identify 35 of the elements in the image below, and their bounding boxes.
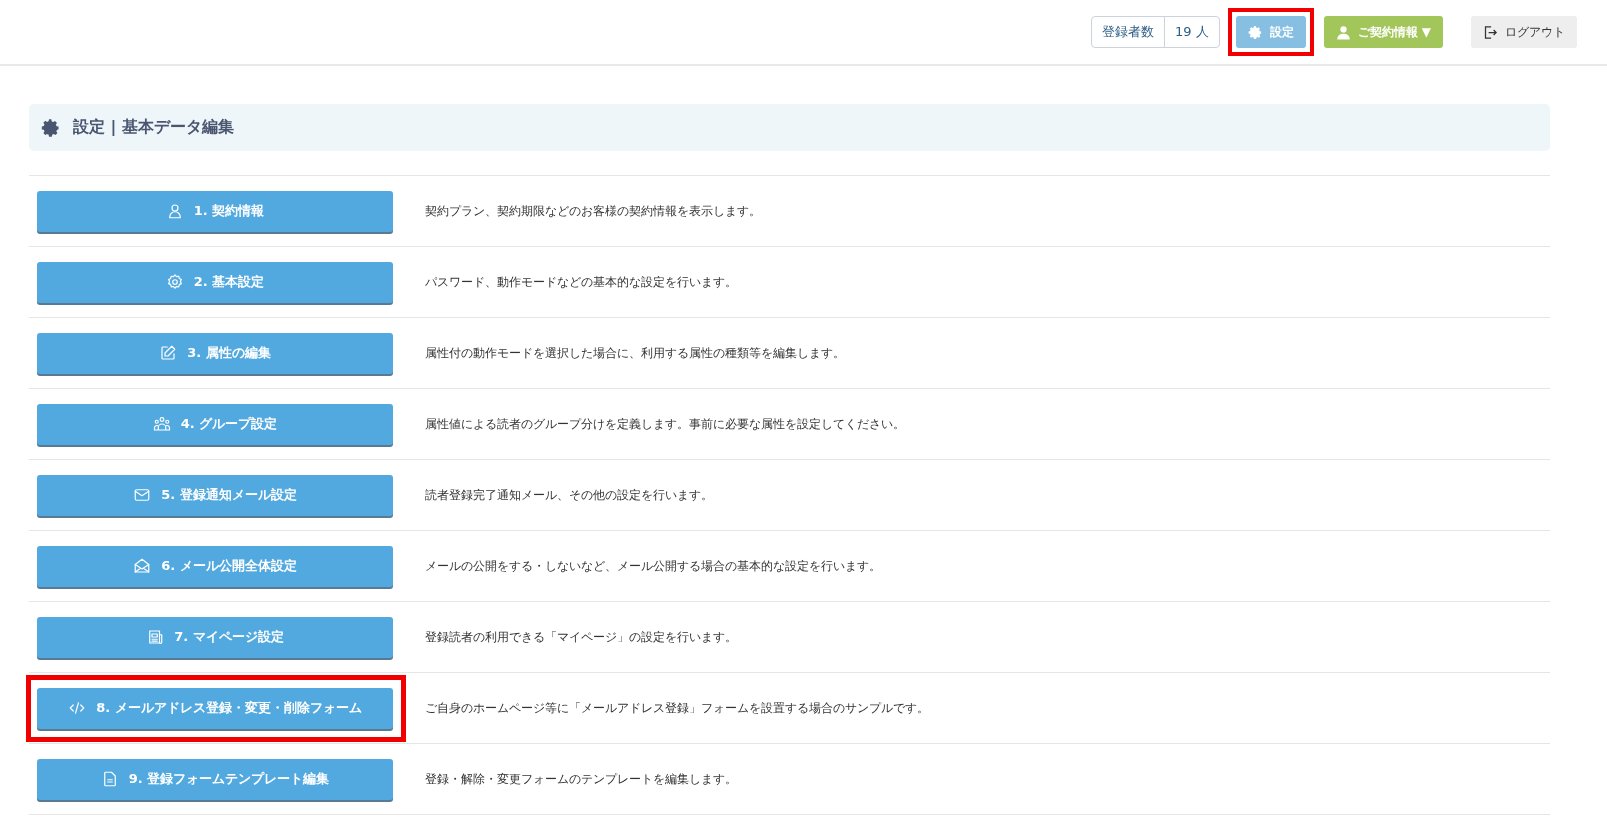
counter-value: 19 人 xyxy=(1173,23,1210,41)
counter-label: 登録者数 xyxy=(1091,17,1165,47)
person-icon xyxy=(1335,24,1351,40)
row-description: パスワード、動作モードなどの基本的な設定を行います。 xyxy=(425,273,737,291)
menu-button[interactable]: 7. マイページ設定 xyxy=(37,616,393,658)
logout-button[interactable]: ログアウト xyxy=(1471,16,1577,48)
people-icon xyxy=(152,415,171,433)
row-description: 登録・解除・変更フォームのテンプレートを編集します。 xyxy=(425,770,737,788)
row-description: 契約プラン、契約期限などのお客様の契約情報を表示します。 xyxy=(425,202,761,220)
menu-button[interactable]: 3. 属性の編集 xyxy=(37,332,393,374)
panel-title: 設定 | 基本データ編集 xyxy=(73,117,234,138)
row-description: メールの公開をする・しないなど、メール公開する場合の基本的な設定を行います。 xyxy=(425,557,881,575)
menu-button[interactable]: 2. 基本設定 xyxy=(37,261,393,303)
row-description: 属性値による読者のグループ分けを定義します。事前に必要な属性を設定してください。 xyxy=(425,415,905,433)
row-description: 属性付の動作モードを選択した場合に、利用する属性の種類等を編集します。 xyxy=(425,344,845,362)
open-envelope-icon xyxy=(133,557,152,575)
edit-icon xyxy=(159,344,178,362)
logout-icon xyxy=(1483,24,1498,40)
newspaper-icon xyxy=(146,628,165,646)
row-description: ご自身のホームページ等に「メールアドレス登録」フォームを設置する場合のサンプルです。 xyxy=(425,699,929,717)
settings-icon xyxy=(1247,24,1263,40)
gear-icon xyxy=(165,273,184,291)
settings-icon xyxy=(41,117,61,138)
menu-button[interactable]: 4. グループ設定 xyxy=(37,403,393,445)
code-icon xyxy=(68,699,87,717)
settings-button[interactable]: 設定 xyxy=(1235,16,1306,48)
menu-button[interactable]: 8. メールアドレス登録・変更・削除フォーム xyxy=(37,687,393,729)
menu-button[interactable]: 6. メール公開全体設定 xyxy=(37,545,393,587)
row-description: 登録読者の利用できる「マイページ」の設定を行います。 xyxy=(425,628,737,646)
menu-button[interactable]: 5. 登録通知メール設定 xyxy=(37,474,393,516)
menu-button[interactable]: 1. 契約情報 xyxy=(37,190,393,232)
row-description: 読者登録完了通知メール、その他の設定を行います。 xyxy=(425,486,713,504)
menu-button[interactable]: 9. 登録フォームテンプレート編集 xyxy=(37,758,393,800)
envelope-icon xyxy=(133,486,152,504)
account-button[interactable]: ご契約情報 ▼ xyxy=(1323,16,1443,48)
